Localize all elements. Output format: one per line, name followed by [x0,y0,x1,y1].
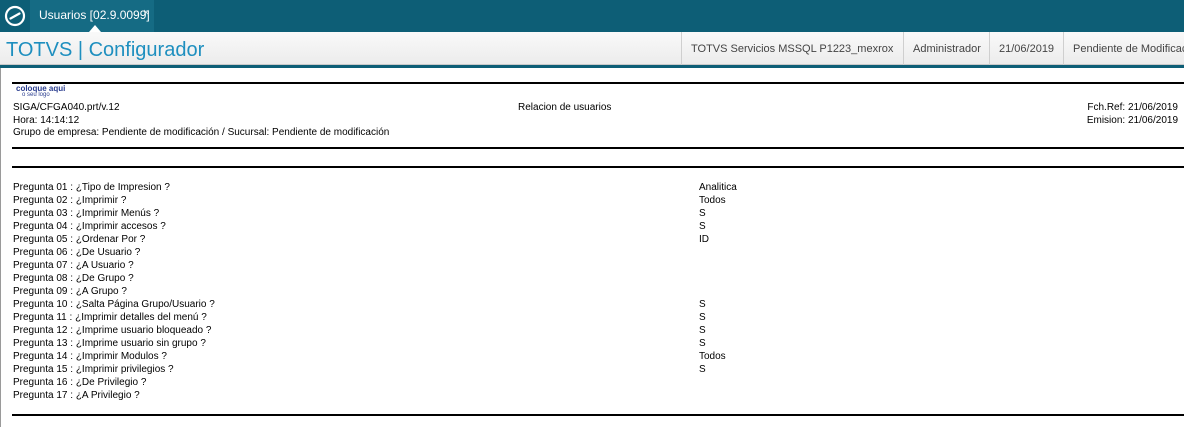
report-logo: coloque aqui o seu logo [16,85,65,99]
list-item: Pregunta 07 : ¿A Usuario ? [13,259,1184,272]
totvs-logo-icon[interactable] [4,5,26,27]
list-item: Pregunta 11 : ¿Imprimir detalles del men… [13,311,1184,324]
app-title: TOTVS | Configurador [6,39,205,61]
question-label: Pregunta 10 : ¿Salta Página Grupo/Usuari… [13,299,215,310]
question-label: Pregunta 15 : ¿Imprimir privilegios ? [13,364,174,375]
question-label: Pregunta 01 : ¿Tipo de Impresion ? [13,182,170,193]
question-answer: S [699,208,706,219]
question-answer: S [699,338,706,349]
environment-status[interactable]: TOTVS Servicios MSSQL P1223_mexrox [681,32,903,65]
logo-text: coloque aqui [16,84,66,93]
list-item: Pregunta 14 : ¿Imprimir Modulos ? Todos [13,350,1184,363]
company-status[interactable]: Pendiente de Modificac [1063,32,1184,65]
tab-active-indicator [89,25,101,32]
tab-usuarios[interactable]: Usuarios [02.9.0099] × [30,0,154,32]
list-item: Pregunta 01 : ¿Tipo de Impresion ? Analit… [13,181,1184,194]
question-label: Pregunta 03 : ¿Imprimir Menús ? [13,208,160,219]
question-label: Pregunta 11 : ¿Imprimir detalles del men… [13,312,207,323]
question-answer: Todos [699,351,726,362]
list-item: Pregunta 09 : ¿A Grupo ? [13,285,1184,298]
question-label: Pregunta 14 : ¿Imprimir Modulos ? [13,351,167,362]
question-label: Pregunta 02 : ¿Imprimir ? [13,195,127,206]
report-viewer: coloque aqui o seu logo SIGA/CFGA040.prt… [0,68,1184,427]
app-header: TOTVS | Configurador TOTVS Servicios MSS… [0,32,1184,65]
list-item: Pregunta 05 : ¿Ordenar Por ? ID [13,233,1184,246]
question-label: Pregunta 08 : ¿De Grupo ? [13,273,134,284]
question-answer: S [699,299,706,310]
divider [12,147,1184,149]
emission-date: Emision: 21/06/2019 [1086,115,1178,126]
question-answer: S [699,312,706,323]
list-item: Pregunta 10 : ¿Salta Página Grupo/Usuari… [13,298,1184,311]
question-label: Pregunta 17 : ¿A Privilegio ? [13,390,140,401]
divider [12,82,1184,84]
user-status[interactable]: Administrador [903,32,989,65]
logo-subtext: o seu logo [22,92,50,98]
question-answer: Analitica [699,182,737,193]
list-item: Pregunta 04 : ¿Imprimir accesos ? S [13,220,1184,233]
question-answer: S [699,325,706,336]
question-label: Pregunta 05 : ¿Ordenar Por ? [13,234,146,245]
report-time: Hora: 14:14:12 [13,115,80,126]
company-group: Grupo de empresa: Pendiente de modificac… [13,127,390,138]
question-label: Pregunta 04 : ¿Imprimir accesos ? [13,221,166,232]
reference-date: Fch.Ref: 21/06/2019 [1087,102,1178,113]
question-label: Pregunta 07 : ¿A Usuario ? [13,260,134,271]
list-item: Pregunta 16 : ¿De Privilegio ? [13,376,1184,389]
question-label: Pregunta 06 : ¿De Usuario ? [13,247,141,258]
question-answer: S [699,364,706,375]
question-label: Pregunta 12 : ¿Imprime usuario bloqueado… [13,325,212,336]
date-status[interactable]: 21/06/2019 [989,32,1063,65]
close-icon[interactable]: × [143,7,149,19]
list-item: Pregunta 03 : ¿Imprimir Menús ? S [13,207,1184,220]
list-item: Pregunta 17 : ¿A Privilegio ? [13,389,1184,402]
question-answer: S [699,221,706,232]
report-title: Relacion de usuarios [518,102,612,113]
divider [12,414,1184,416]
question-label: Pregunta 09 : ¿A Grupo ? [13,286,127,297]
list-item: Pregunta 12 : ¿Imprime usuario bloqueado… [13,324,1184,337]
question-answer: Todos [699,195,726,206]
top-bar: Usuarios [02.9.0099] × [0,0,1184,32]
tab-label: Usuarios [02.9.0099] [39,8,150,22]
question-answer: ID [699,234,709,245]
list-item: Pregunta 02 : ¿Imprimir ? Todos [13,194,1184,207]
list-item: Pregunta 13 : ¿Imprime usuario sin grupo… [13,337,1184,350]
program-id: SIGA/CFGA040.prt/v.12 [13,102,120,113]
list-item: Pregunta 06 : ¿De Usuario ? [13,246,1184,259]
divider [12,166,1184,168]
list-item: Pregunta 08 : ¿De Grupo ? [13,272,1184,285]
list-item: Pregunta 15 : ¿Imprimir privilegios ? S [13,363,1184,376]
question-label: Pregunta 13 : ¿Imprime usuario sin grupo… [13,338,206,349]
question-label: Pregunta 16 : ¿De Privilegio ? [13,377,147,388]
